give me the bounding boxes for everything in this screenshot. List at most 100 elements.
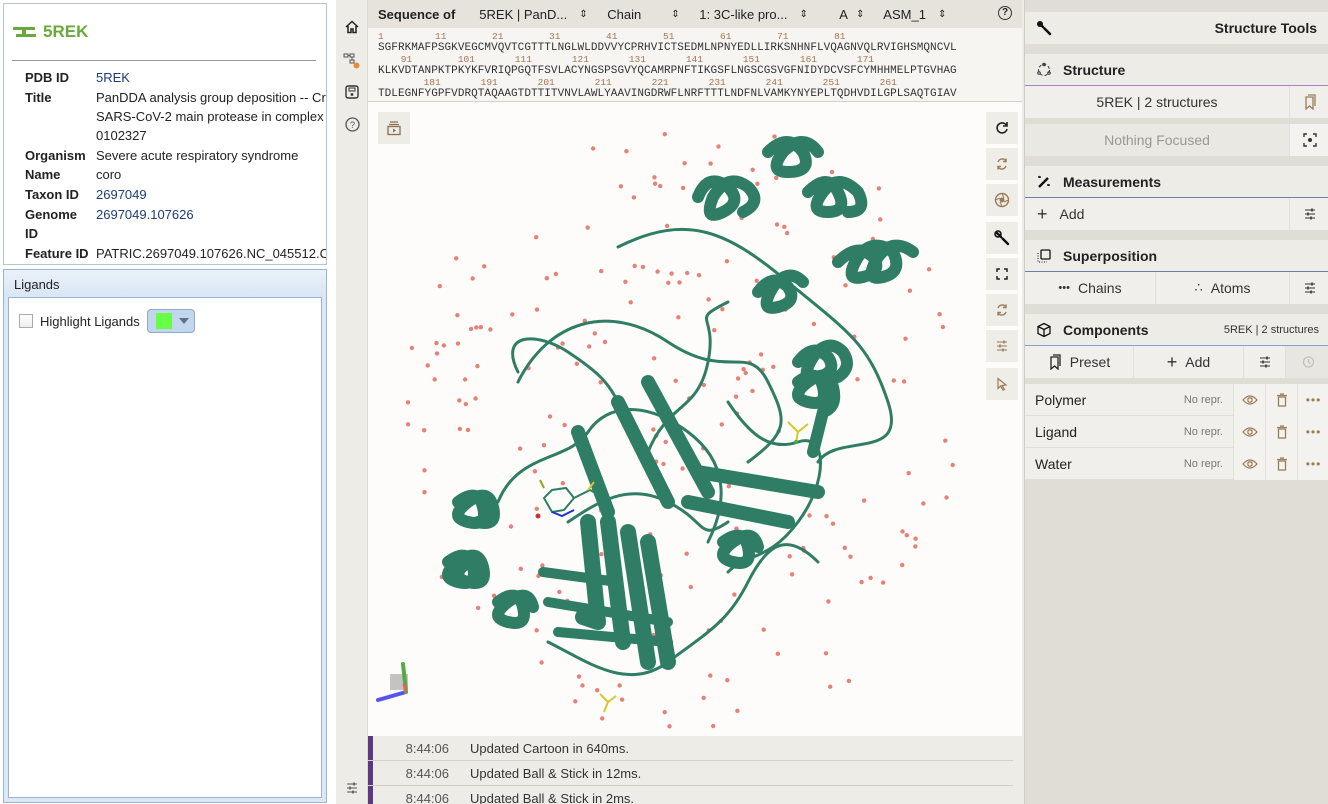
trash-icon — [1276, 424, 1287, 439]
entity-select[interactable]: 1: 3C-like pro... ⇕ — [699, 7, 821, 22]
toggle-visibility-button[interactable] — [1233, 415, 1265, 448]
water-atom — [712, 328, 717, 333]
selection-mode-button[interactable] — [986, 368, 1018, 400]
structure-section: Structure 5REK | 2 structures Nothing Fo… — [1025, 54, 1328, 156]
info-value: Severe acute respiratory syndrome coro — [96, 148, 299, 182]
info-value-link[interactable]: 2697049.107626 — [96, 205, 326, 243]
viewport-settings-button[interactable] — [986, 330, 1018, 362]
bookmark-button[interactable] — [1289, 86, 1328, 118]
operator-select[interactable]: ASM_1 ⇕ — [883, 7, 946, 22]
highlight-ligands-checkbox[interactable] — [19, 314, 33, 328]
water-atom — [462, 377, 468, 382]
toggle-rock-button[interactable] — [986, 294, 1018, 326]
structure-select[interactable]: 5REK | PanD... ⇕ — [479, 7, 589, 22]
water-atom — [944, 495, 949, 500]
toggle-visibility-button[interactable] — [1233, 447, 1265, 480]
superpose-atoms-button[interactable]: ∴ Atoms — [1156, 272, 1289, 304]
measurement-options-button[interactable] — [1289, 198, 1328, 230]
fullscreen-button[interactable] — [986, 258, 1018, 290]
structure-selection-button[interactable]: 5REK | 2 structures — [1025, 86, 1289, 118]
history-icon — [1302, 356, 1314, 368]
water-atom — [599, 552, 604, 557]
toggle-visibility-button[interactable] — [1233, 383, 1265, 416]
water-atom — [409, 345, 415, 351]
save-session-button[interactable] — [340, 80, 364, 104]
water-atom — [732, 592, 737, 597]
focus-target-button[interactable] — [1289, 124, 1328, 156]
sequence-body[interactable]: 1 11 21 31 41 51 61 71 81 SGFRKMAFPSGKVEG… — [368, 28, 1022, 111]
delete-component-button[interactable] — [1265, 415, 1297, 448]
undo-history-button[interactable] — [1286, 346, 1328, 378]
measurements-header[interactable]: Measurements — [1025, 166, 1328, 198]
delete-component-button[interactable] — [1265, 383, 1297, 416]
structure-header[interactable]: Structure — [1025, 54, 1328, 86]
mode-select-value: Chain — [607, 6, 642, 22]
water-atom — [720, 307, 725, 312]
add-measurement-button[interactable]: + Add — [1025, 198, 1289, 230]
water-atom — [576, 674, 582, 679]
add-component-button[interactable]: + Add — [1134, 346, 1244, 378]
info-value-link[interactable]: 2697049 — [96, 185, 326, 204]
highlight-color-picker[interactable] — [146, 309, 195, 333]
more-options-button[interactable]: ••• — [1297, 447, 1328, 480]
component-repr: No repr. — [1183, 393, 1223, 406]
water-atom — [539, 660, 544, 665]
svg-text:?: ? — [349, 120, 354, 130]
mode-select[interactable]: Chain ⇕ — [607, 7, 681, 22]
superposition-header[interactable]: Superposition — [1025, 240, 1328, 272]
toggle-spin-button[interactable] — [986, 148, 1018, 180]
water-atom — [913, 536, 918, 541]
component-options-button[interactable] — [1244, 346, 1286, 378]
water-atom — [534, 628, 539, 633]
water-atom — [455, 341, 461, 346]
chain-select[interactable]: A ⇕ — [839, 7, 865, 22]
reset-camera-button[interactable] — [986, 112, 1018, 144]
water-atom — [676, 315, 681, 320]
water-atom — [735, 376, 741, 381]
more-options-button[interactable]: ••• — [1297, 383, 1328, 416]
save-icon — [345, 85, 359, 99]
info-value-link[interactable]: 5REK — [96, 68, 326, 87]
water-atom — [623, 279, 628, 284]
more-options-button[interactable]: ••• — [1297, 415, 1328, 448]
home-button[interactable] — [340, 15, 364, 39]
water-atom — [510, 312, 515, 317]
water-atom — [708, 673, 713, 678]
animation-button[interactable] — [378, 112, 410, 144]
preset-button[interactable]: Preset — [1025, 346, 1134, 378]
molecule-canvas[interactable] — [368, 102, 1022, 736]
water-atom — [628, 300, 633, 305]
water-atom — [619, 697, 625, 702]
superpose-chains-button[interactable]: ••• Chains — [1025, 272, 1156, 304]
water-atom — [437, 283, 442, 289]
3d-viewport[interactable] — [368, 102, 1022, 736]
water-atom — [855, 377, 860, 382]
component-repr: No repr. — [1183, 457, 1223, 470]
component-row[interactable]: Polymer No repr. ••• — [1025, 383, 1328, 416]
help-button[interactable]: ? — [340, 112, 364, 136]
structure-tools-panel: Structure Tools Structure 5REK | 2 struc… — [1024, 0, 1328, 804]
water-atom — [662, 710, 667, 715]
superposition-options-button[interactable] — [1289, 272, 1328, 304]
select-arrows-icon: ⇕ — [937, 8, 947, 20]
delete-component-button[interactable] — [1265, 447, 1297, 480]
component-row[interactable]: Water No repr. ••• — [1025, 447, 1328, 480]
controls-button[interactable] — [986, 222, 1018, 254]
state-tree-button[interactable] — [340, 49, 364, 73]
water-atom — [600, 716, 605, 721]
info-table: PDB ID 5REK Title PanDDA analysis group dep… — [4, 68, 326, 263]
components-header[interactable]: Components 5REK | 2 structures — [1025, 314, 1328, 346]
settings-button[interactable] — [340, 776, 364, 800]
focus-button[interactable]: Nothing Focused — [1025, 124, 1289, 156]
water-atom — [470, 276, 475, 281]
sequence-help-icon[interactable]: ? — [998, 6, 1012, 20]
water-atom — [669, 271, 674, 276]
water-atom — [830, 521, 836, 526]
screenshot-button[interactable] — [986, 184, 1018, 216]
log-entry: 8:44:06 Updated Ball & Stick in 12ms. — [368, 761, 1013, 786]
water-atom — [592, 331, 597, 336]
component-row[interactable]: Ligand No repr. ••• — [1025, 415, 1328, 448]
water-atom — [599, 268, 604, 274]
chain-select-value: A — [839, 6, 848, 22]
water-atom — [771, 364, 776, 369]
